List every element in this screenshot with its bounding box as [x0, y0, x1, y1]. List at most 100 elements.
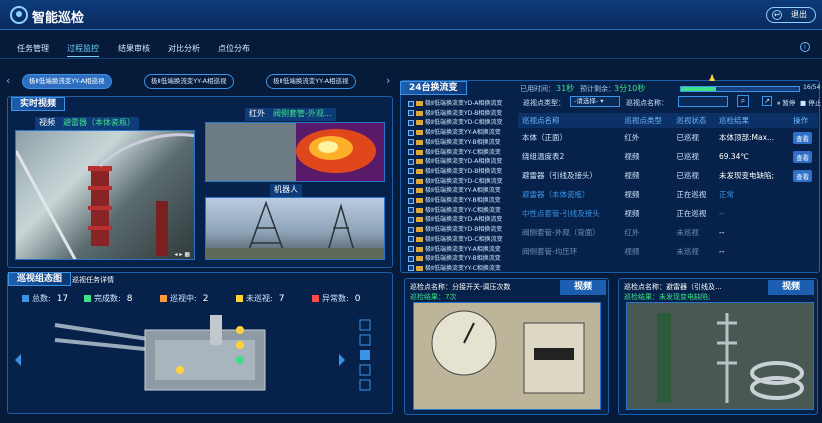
checkbox-icon[interactable] [408, 265, 414, 272]
device-list-item[interactable]: 极Ⅱ低端换流变YY-C相换流变 [408, 147, 508, 157]
cell-status: 正在巡视 [676, 190, 707, 199]
checkbox-icon[interactable] [408, 100, 414, 107]
pause-button[interactable]: ⏸ 暂停 [777, 97, 795, 108]
infrared-feed[interactable] [205, 122, 385, 182]
nav-process-monitoring[interactable]: 过程监控 [67, 43, 99, 57]
table-row[interactable]: 阀侧套管-外观（背面） 红外 未巡视 -- [518, 223, 818, 242]
video-controls-icon[interactable]: ◂ ▸ ▦ [174, 251, 190, 258]
app-title: 智能巡检 [32, 11, 85, 26]
checkbox-icon[interactable] [408, 236, 414, 243]
video-feed[interactable]: ◂ ▸ ▦ [15, 130, 195, 260]
device-list-item[interactable]: 极Ⅱ低端换流变YY-A相换流变 [408, 185, 508, 195]
checkbox-icon[interactable] [408, 129, 414, 136]
cell-type: 视频 [624, 209, 640, 218]
nav-task-management[interactable]: 任务管理 [17, 43, 49, 54]
view-button[interactable]: 查看 [793, 131, 813, 144]
checkbox-icon[interactable] [408, 149, 414, 155]
notyet-icon [236, 295, 243, 302]
table-row[interactable]: 绕组温度表2 视频 已巡视 69.34℃ 查看 [518, 147, 818, 166]
device-list-item[interactable]: 极Ⅱ低端换流变YD-B相换流变 [408, 224, 508, 234]
stat-done: 完成数: 8 [84, 293, 132, 304]
points-table: 巡视点名称 巡视点类型 巡视状态 巡检结果 操作 本体（正面） 红外 已巡视 本体顶部… [518, 113, 818, 261]
stat-total-label: 总数: [32, 294, 51, 303]
device-list-item[interactable]: 极Ⅱ低端换流变YY-A相换流变 [408, 127, 508, 137]
progress-bar [680, 86, 800, 92]
name-filter-input[interactable] [678, 96, 728, 107]
cell-result: -- [718, 247, 725, 256]
cell-type: 视频 [624, 247, 640, 256]
checkbox-icon[interactable] [408, 187, 414, 194]
device-list-item[interactable]: 极Ⅱ低端换流变YD-C相换流变 [408, 234, 508, 244]
device-list-item[interactable]: 极Ⅱ低端换流变YD-A相换流变 [408, 156, 508, 166]
checkbox-icon[interactable] [408, 119, 414, 126]
checkbox-icon[interactable] [408, 246, 414, 252]
nav-point-distribution[interactable]: 点位分布 [218, 43, 250, 54]
device-name: 极Ⅱ低端换流变YY-A相换流变 [425, 187, 501, 195]
search-icon[interactable]: ⌕ [737, 95, 749, 107]
checkbox-icon[interactable] [408, 216, 414, 223]
snap2-point: 巡检点名称：避雷器（引线及... [624, 283, 722, 291]
checkbox-icon[interactable] [408, 139, 414, 146]
folder-icon [416, 110, 423, 116]
folder-icon [416, 101, 423, 106]
checkbox-icon[interactable] [408, 197, 414, 204]
arrester-lead-image [627, 303, 813, 409]
tab-task-1[interactable]: 极Ⅱ低端换流变YY-A相巡视 [22, 74, 112, 89]
table-row[interactable]: 避雷器（本体瓷瓶） 视频 正在巡视 正常 [518, 185, 818, 204]
device-name: 极Ⅱ低端换流变YD-B相换流变 [425, 226, 503, 234]
table-row[interactable]: 阀侧套管-均压环 视频 未巡视 -- [518, 242, 818, 261]
device-list-item[interactable]: 极Ⅱ低端换流变YD-A相换流变 [408, 98, 508, 108]
robot-feed[interactable] [205, 197, 385, 260]
checkbox-icon[interactable] [408, 178, 414, 185]
checkbox-icon[interactable] [408, 158, 414, 165]
checkbox-icon[interactable] [408, 226, 414, 233]
device-list-item[interactable]: 极Ⅱ低端换流变YY-A相换流变 [408, 244, 508, 254]
snapshot-image-1[interactable] [413, 302, 601, 410]
device-name: 极Ⅱ低端换流变YD-B相换流变 [425, 167, 503, 175]
device-list-item[interactable]: 极Ⅱ低端换流变YY-B相换流变 [408, 195, 508, 205]
table-header: 巡视点名称 巡视点类型 巡视状态 巡检结果 操作 [518, 113, 818, 128]
pause-label: 暂停 [782, 99, 796, 107]
table-row[interactable]: 中性点套管-引线及接头 视频 正在巡视 -- [518, 204, 818, 223]
device-list-item[interactable]: 极Ⅱ低端换流变YY-B相换流变 [408, 137, 508, 147]
snapshot-image-2[interactable] [626, 302, 814, 410]
table-row[interactable]: 本体（正面） 红外 已巡视 本体顶部:Max... 查看 [518, 128, 818, 147]
type-filter-select[interactable]: -请选择- ▾ [570, 96, 620, 107]
folder-icon [416, 159, 423, 165]
device-list-item[interactable]: 极Ⅱ低端换流变YD-B相换流变 [408, 108, 508, 118]
export-icon[interactable]: ↗ [762, 96, 772, 106]
nav-result-review[interactable]: 结果审核 [118, 43, 150, 54]
cell-result: 69.34℃ [718, 152, 749, 161]
device-list-item[interactable]: 极Ⅱ低端换流变YY-C相换流变 [408, 205, 508, 215]
checkbox-icon[interactable] [408, 255, 414, 262]
type-filter-value: -请选择- [574, 97, 599, 105]
tabs-next-arrow-icon[interactable]: › [386, 74, 390, 87]
view-button[interactable]: 查看 [793, 150, 813, 163]
device-name: 极Ⅱ低端换流变YD-C相换流变 [425, 177, 503, 185]
device-list-item[interactable]: 极Ⅱ低端换流变YD-C相换流变 [408, 176, 508, 186]
col-op: 操作 [789, 113, 818, 128]
help-icon[interactable]: i [800, 42, 810, 52]
tab-task-2[interactable]: 极Ⅱ低端换流变YY-A相巡视 [144, 74, 234, 89]
table-row[interactable]: 避雷器（引线及接头） 视频 已巡视 未发现变电缺陷; 查看 [518, 166, 818, 185]
device-list-item[interactable]: 极Ⅱ低端换流变YY-B相换流变 [408, 253, 508, 263]
device-name: 极Ⅱ低端换流变YD-A相换流变 [425, 100, 503, 107]
checkbox-icon[interactable] [408, 207, 414, 214]
stat-abnormal: 异常数: 0 [312, 293, 360, 304]
device-list-item[interactable]: 极Ⅱ低端换流变YD-C相换流变 [408, 117, 508, 127]
checkbox-icon[interactable] [408, 110, 414, 117]
nav-comparison-analysis[interactable]: 对比分析 [168, 43, 200, 54]
back-button[interactable]: ↩ 退出 [766, 7, 816, 23]
tabs-prev-arrow-icon[interactable]: ‹ [6, 74, 10, 87]
stop-button[interactable]: ■ 停止 [800, 97, 821, 107]
tab-task-3[interactable]: 极Ⅱ低端换流变YY-A相巡视 [266, 74, 356, 89]
progress-fill [681, 87, 717, 91]
stat-inprogress: 巡视中: 2 [160, 293, 208, 304]
folder-icon [416, 168, 423, 174]
transformer-diagram[interactable] [15, 310, 385, 410]
device-list-item[interactable]: 极Ⅱ低端换流变YY-C相换流变 [408, 263, 508, 273]
device-list-item[interactable]: 极Ⅱ低端换流变YD-B相换流变 [408, 166, 508, 176]
view-button[interactable]: 查看 [793, 169, 813, 182]
checkbox-icon[interactable] [408, 168, 414, 175]
device-list-item[interactable]: 极Ⅱ低端换流变YD-A相换流变 [408, 214, 508, 224]
